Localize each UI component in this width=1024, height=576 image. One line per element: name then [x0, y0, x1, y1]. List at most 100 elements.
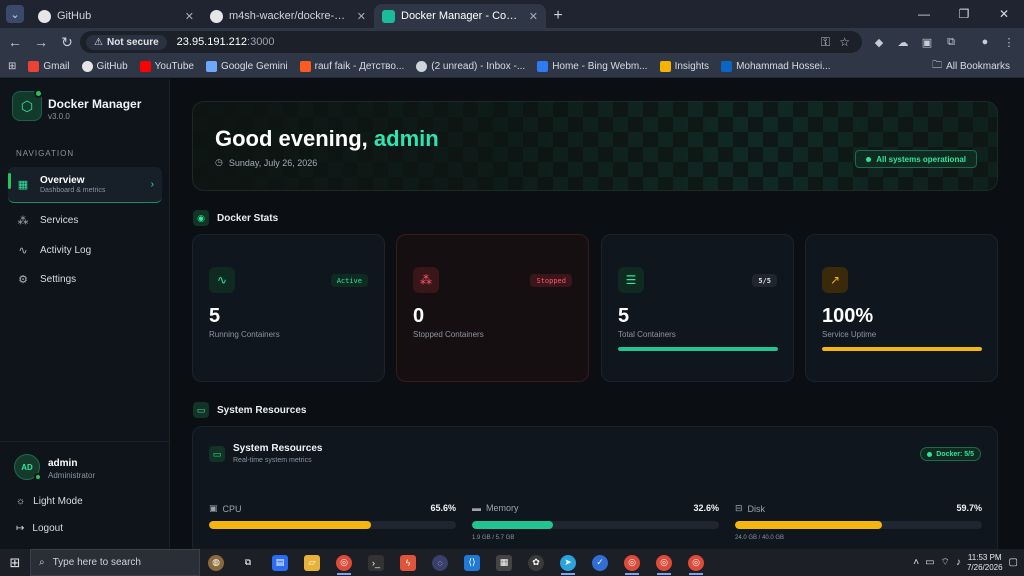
url-host: 23.95.191.212 — [176, 36, 248, 48]
bookmarks-bar: ⊞ Gmail GitHub YouTube Google Gemini rau… — [0, 56, 1024, 78]
sidebar-item-settings[interactable]: ⚙ Settings — [8, 265, 162, 293]
bookmark-label: All Bookmarks — [946, 61, 1010, 72]
taskbar-task-view[interactable]: ⧉ — [232, 549, 264, 576]
services-cubes-icon: ⁂ — [413, 267, 439, 293]
stat-value: 0 — [413, 305, 425, 327]
progress-fill — [618, 347, 778, 351]
bookmark-linkedin[interactable]: Mohammad Hossei... — [715, 61, 836, 72]
taskbar-app[interactable]: ϟ — [392, 549, 424, 576]
task-view-icon: ⧉ — [244, 557, 252, 567]
notifications-icon[interactable]: ▢ — [1009, 557, 1018, 568]
search-icon: ⌕ — [39, 557, 45, 568]
close-icon[interactable]: ✕ — [185, 10, 194, 23]
taskbar-vscode[interactable]: ⟨⟩ — [456, 549, 488, 576]
docker-stats-heading: ◉ Docker Stats — [193, 210, 278, 226]
light-mode-toggle[interactable]: ☼ Light Mode — [16, 496, 83, 507]
reload-icon: ↻ — [61, 33, 73, 50]
light-mode-label: Light Mode — [33, 496, 83, 507]
extension-icon[interactable]: ▣ — [918, 33, 936, 51]
greeting-heading: Good evening, admin — [215, 126, 439, 152]
logout-button[interactable]: ↦ Logout — [16, 523, 63, 534]
tab-docker-manager[interactable]: Docker Manager - Container Control ✕ — [374, 4, 546, 28]
new-tab-button[interactable]: + — [546, 4, 570, 28]
extension-icon[interactable]: ◆ — [870, 33, 888, 51]
taskbar-store[interactable]: ▤ — [264, 549, 296, 576]
app-icon: ◌ — [432, 554, 448, 571]
reload-button[interactable]: ↻ — [54, 29, 80, 55]
taskbar-app[interactable]: ◌ — [424, 549, 456, 576]
bookmark-rauf-faik[interactable]: rauf faik - Детство... — [294, 61, 411, 72]
taskbar-chrome[interactable]: ◎ — [616, 549, 648, 576]
bookmark-insights[interactable]: Insights — [654, 61, 715, 72]
taskbar-terminal[interactable]: ›_ — [360, 549, 392, 576]
bookmark-inbox[interactable]: (2 unread) - Inbox -... — [410, 61, 531, 72]
maximize-button[interactable]: ❐ — [944, 0, 984, 28]
tab-github[interactable]: GitHub ✕ — [30, 4, 202, 28]
chevron-up-icon[interactable]: ˄ — [913, 557, 919, 568]
chrome-icon: ◎ — [336, 554, 352, 571]
sun-icon: ☼ — [16, 496, 26, 507]
close-icon[interactable]: ✕ — [529, 10, 538, 23]
taskbar-chrome[interactable]: ◎ — [328, 549, 360, 576]
close-icon[interactable]: ✕ — [357, 10, 366, 23]
apps-button[interactable]: ⊞ — [0, 61, 22, 72]
taskbar-chatgpt[interactable]: ✿ — [520, 549, 552, 576]
start-button[interactable]: ⊞ — [0, 549, 30, 576]
taskbar-chrome[interactable]: ◎ — [680, 549, 712, 576]
taskbar-explorer[interactable]: ▱ — [296, 549, 328, 576]
taskbar-app[interactable]: ✓ — [584, 549, 616, 576]
sidebar-item-activity-log[interactable]: ∿ Activity Log — [8, 236, 162, 264]
telegram-icon: ➤ — [560, 554, 576, 571]
clock-time: 11:53 PM — [967, 552, 1002, 562]
tab-search-button[interactable]: ⌄ — [6, 5, 24, 23]
cpu-usage-bar — [209, 521, 456, 529]
disk-usage-bar — [735, 521, 982, 529]
profile-avatar-icon[interactable]: ● — [976, 33, 994, 51]
sidebar-item-services[interactable]: ⁂ Services — [8, 206, 162, 234]
sidebar-item-overview[interactable]: ▦ Overview Dashboard & metrics › — [8, 167, 162, 203]
uptime-progress-bar — [822, 347, 982, 351]
memory-icon: ▬ — [472, 503, 481, 513]
bookmark-youtube[interactable]: YouTube — [134, 61, 200, 72]
tab-repo[interactable]: m4sh-wacker/dockre-manager ✕ — [202, 4, 374, 28]
battery-icon[interactable]: ▭ — [925, 557, 934, 568]
bookmark-gmail[interactable]: Gmail — [22, 61, 75, 72]
taskbar-chrome[interactable]: ◎ — [648, 549, 680, 576]
password-key-icon[interactable]: ⚿ — [821, 35, 830, 50]
bookmark-label: Google Gemini — [220, 61, 288, 72]
bookmark-star-icon[interactable]: ☆ — [839, 35, 850, 49]
taskbar-app[interactable]: ▦ — [488, 549, 520, 576]
gmail-icon — [28, 61, 40, 72]
back-button[interactable]: ← — [2, 29, 28, 55]
taskbar-clock[interactable]: 11:53 PM 7/26/2026 — [967, 553, 1003, 573]
extensions-puzzle-icon[interactable]: ⧉ — [942, 33, 960, 51]
docker-status-badge: Docker: 5/5 — [920, 447, 981, 461]
bookmark-gemini[interactable]: Google Gemini — [200, 61, 294, 72]
extension-icon[interactable]: ☁ — [894, 33, 912, 51]
metric-detail: 24.0 GB / 40.0 GB — [735, 535, 785, 541]
security-indicator[interactable]: ⚠ Not secure — [86, 34, 167, 50]
volume-icon[interactable]: ♪ — [956, 557, 961, 568]
bookmark-bing[interactable]: Home - Bing Webm... — [531, 61, 653, 72]
total-containers-card: ☰ 5/5 5 Total Containers — [601, 234, 794, 382]
chrome-icon: ◎ — [624, 554, 640, 571]
gear-icon: ⚙ — [18, 273, 28, 286]
forward-button[interactable]: → — [28, 29, 54, 55]
metric-percent: 32.6% — [693, 503, 719, 513]
menu-kebab-icon[interactable]: ⋮ — [1000, 33, 1018, 51]
taskbar-widget[interactable]: ◍ — [200, 549, 232, 576]
panel-subtitle: Real-time system metrics — [233, 457, 312, 464]
taskbar-telegram[interactable]: ➤ — [552, 549, 584, 576]
services-cubes-icon: ⁂ — [17, 214, 29, 227]
server-icon: ▭ — [209, 446, 225, 462]
close-window-button[interactable]: ✕ — [984, 0, 1024, 28]
all-bookmarks-button[interactable]: 🗀 All Bookmarks — [926, 58, 1016, 75]
metric-name: ▬ Memory — [472, 503, 519, 513]
bookmark-label: Mohammad Hossei... — [736, 61, 831, 72]
network-icon[interactable]: ⌔ — [941, 556, 950, 569]
address-bar[interactable]: ⚠ Not secure 23.95.191.212:3000 ⚿ ☆ — [80, 31, 862, 53]
bookmark-github[interactable]: GitHub — [76, 61, 134, 72]
taskbar-search-input[interactable]: ⌕ Type here to search — [30, 549, 200, 576]
system-tray: ˄ ▭ ⌔ ♪ 11:53 PM 7/26/2026 ▢ — [913, 549, 1024, 576]
minimize-button[interactable]: — — [904, 0, 944, 28]
